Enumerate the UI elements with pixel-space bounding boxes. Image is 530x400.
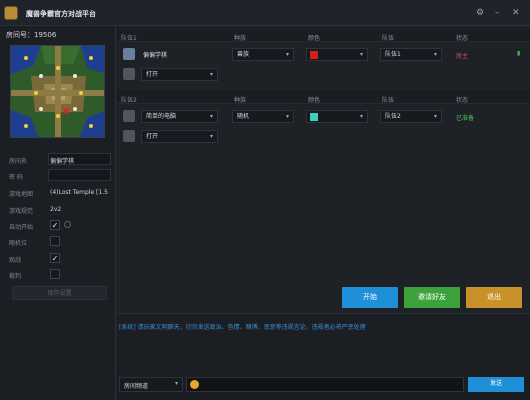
player-avatar bbox=[123, 110, 135, 122]
window-title: 魔兽争霸官方对战平台 bbox=[26, 10, 96, 18]
invite-friends-button[interactable]: 邀请好友 bbox=[404, 287, 460, 308]
password-label: 密 码 bbox=[9, 174, 23, 181]
autostart-label: 自动开始 bbox=[9, 224, 34, 231]
chevron-down-icon: ▾ bbox=[433, 51, 437, 58]
observe-label: 观战 bbox=[9, 257, 22, 264]
room-name-value: 偏偏学棋 bbox=[50, 158, 75, 165]
color-swatch bbox=[310, 51, 318, 59]
team-column-header: 队伍 bbox=[382, 97, 395, 104]
chevron-down-icon: ▾ bbox=[209, 71, 213, 78]
signal-icon: ▮ bbox=[517, 50, 521, 57]
random-checkbox[interactable] bbox=[50, 236, 60, 246]
race-select[interactable]: 随机 ▾ bbox=[232, 110, 294, 123]
app-logo-icon bbox=[4, 6, 18, 20]
mode-label: 游戏规范 bbox=[9, 208, 34, 215]
map-preview bbox=[10, 45, 105, 138]
start-button[interactable]: 开始 bbox=[342, 287, 398, 308]
color-column-header: 颜色 bbox=[308, 35, 321, 42]
chevron-down-icon: ▾ bbox=[174, 380, 178, 387]
leave-button[interactable]: 退出 bbox=[466, 287, 522, 308]
slot-select[interactable]: 打开 ▾ bbox=[141, 68, 218, 81]
status-column-header: 状态 bbox=[456, 35, 469, 42]
slot-avatar bbox=[123, 68, 135, 80]
race-select[interactable]: 兽族 ▾ bbox=[232, 48, 294, 61]
room-name-label: 房间名 bbox=[9, 158, 28, 165]
random-label: 随机位 bbox=[9, 240, 28, 247]
send-button[interactable]: 发送 bbox=[468, 377, 524, 392]
color-select[interactable]: ▾ bbox=[306, 48, 368, 61]
status-column-header: 状态 bbox=[456, 97, 469, 104]
player-status: 房主 bbox=[456, 53, 469, 60]
referee-label: 裁判 bbox=[9, 273, 22, 280]
mode-value: 2v2 bbox=[50, 206, 62, 213]
autostart-checkbox[interactable]: ✓ bbox=[50, 220, 60, 230]
team-select[interactable]: 队伍2 ▾ bbox=[380, 110, 442, 123]
minimize-icon[interactable]: – bbox=[495, 8, 500, 18]
player-slot-select[interactable]: 简单的电脑 ▾ bbox=[141, 110, 218, 123]
chevron-down-icon: ▾ bbox=[359, 113, 363, 120]
room-number: 房间号：19506 bbox=[6, 31, 57, 39]
chevron-down-icon: ▾ bbox=[209, 113, 213, 120]
player-avatar bbox=[123, 48, 135, 60]
chat-channel-label: 房间频道 bbox=[124, 383, 149, 390]
team2-header: 队伍2 bbox=[121, 97, 137, 104]
player-name: 偏偏学棋 bbox=[143, 52, 168, 59]
slot-select[interactable]: 打开 ▾ bbox=[141, 130, 218, 143]
chat-input[interactable] bbox=[186, 377, 464, 392]
observe-checkbox[interactable]: ✓ bbox=[50, 253, 60, 263]
slot-avatar bbox=[123, 130, 135, 142]
team1-header-band bbox=[117, 28, 530, 42]
color-select[interactable]: ▾ bbox=[306, 110, 368, 123]
team-select[interactable]: 队伍1 ▾ bbox=[380, 48, 442, 61]
player-status: 已准备 bbox=[456, 115, 475, 122]
team1-header: 队伍1 bbox=[121, 35, 137, 42]
color-column-header: 颜色 bbox=[308, 97, 321, 104]
emoji-icon[interactable] bbox=[190, 380, 199, 389]
chevron-down-icon: ▾ bbox=[285, 51, 289, 58]
team-column-header: 队伍 bbox=[382, 35, 395, 42]
map-value: (4)Lost Temple [1.5 bbox=[50, 189, 108, 196]
chevron-down-icon: ▾ bbox=[433, 113, 437, 120]
team2-header-band bbox=[117, 90, 530, 104]
race-column-header: 种族 bbox=[234, 35, 247, 42]
close-icon[interactable]: ✕ bbox=[512, 8, 520, 18]
chevron-down-icon: ▾ bbox=[209, 133, 213, 140]
help-icon[interactable] bbox=[64, 221, 71, 228]
color-swatch bbox=[310, 113, 318, 121]
save-settings-button[interactable]: 保存设置 bbox=[12, 286, 107, 300]
chevron-down-icon: ▾ bbox=[359, 51, 363, 58]
chevron-down-icon: ▾ bbox=[285, 113, 289, 120]
map-label: 游戏地图 bbox=[9, 191, 34, 198]
password-field[interactable] bbox=[48, 169, 111, 181]
chat-channel-select[interactable]: 房间频道 ▾ bbox=[119, 377, 183, 392]
race-column-header: 种族 bbox=[234, 97, 247, 104]
referee-checkbox[interactable] bbox=[50, 269, 60, 279]
system-message: [系统] 请玩家文明聊天，切勿发送政治、色情、赌博、恶意等违规言论，违规者必将严… bbox=[119, 324, 366, 331]
settings-icon[interactable]: ⚙ bbox=[476, 8, 484, 18]
